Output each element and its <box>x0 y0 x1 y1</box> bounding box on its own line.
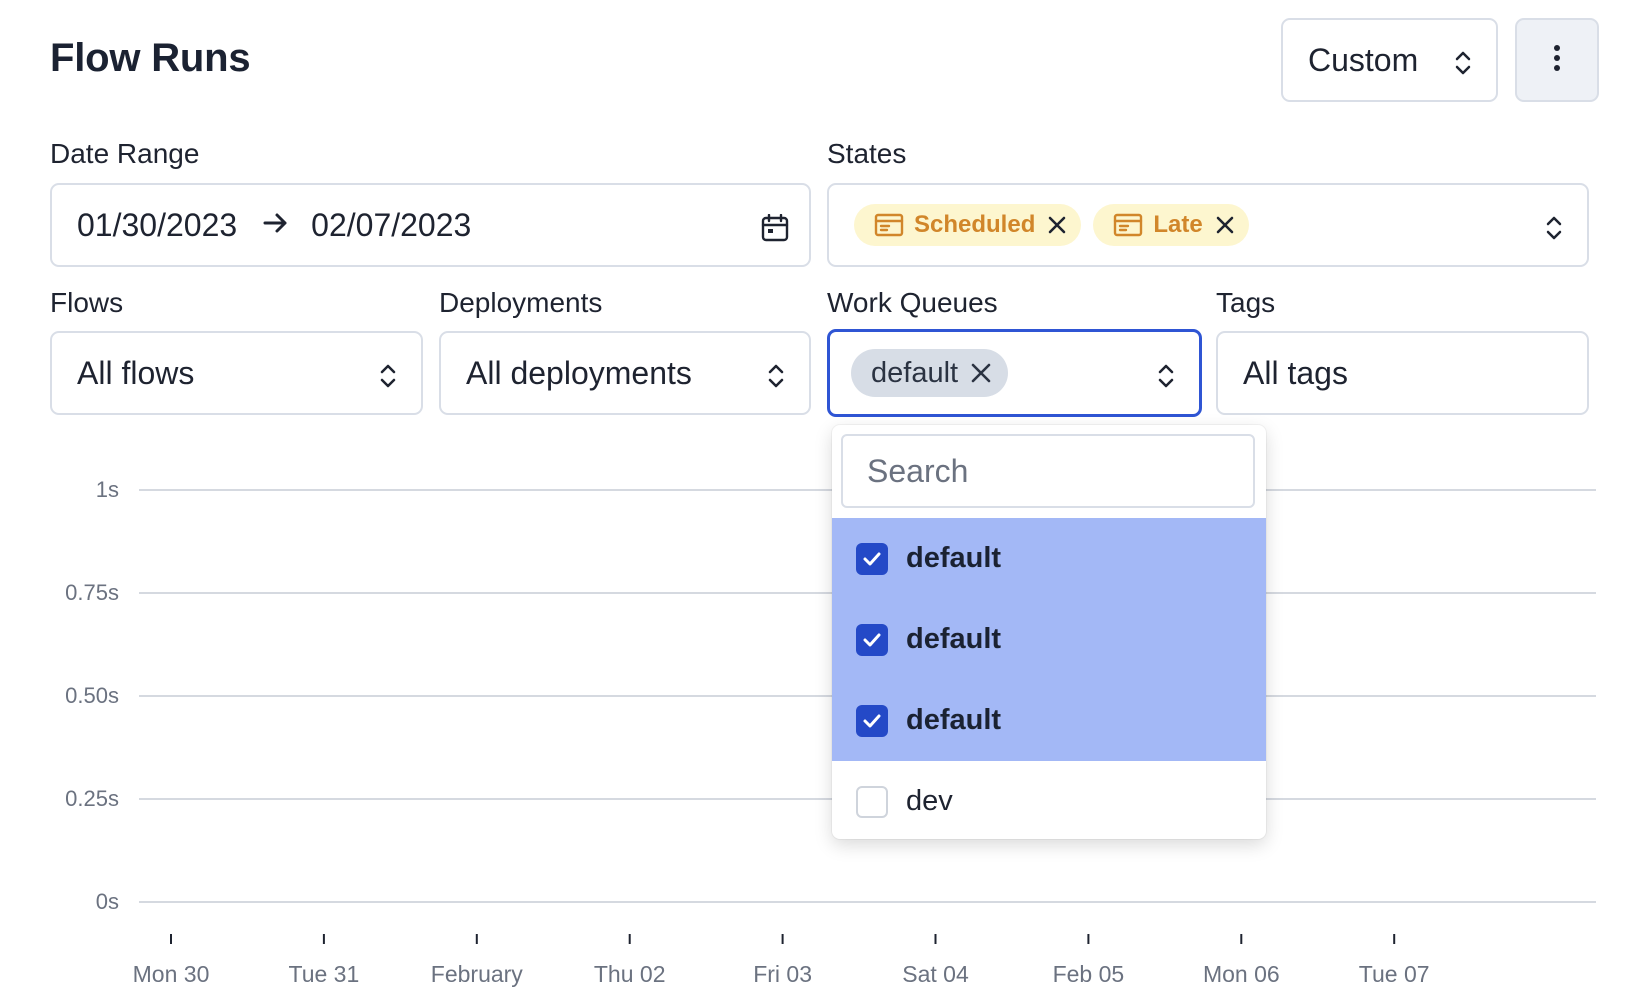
state-tag-late: Late <box>1093 204 1249 246</box>
check-icon <box>863 552 881 565</box>
dropdown-option[interactable]: default <box>832 599 1266 680</box>
dropdown-option-label: dev <box>906 785 953 817</box>
states-label: States <box>827 138 907 169</box>
state-tag-label: Late <box>1153 211 1203 238</box>
flows-value: All flows <box>77 354 195 391</box>
deployments-label: Deployments <box>439 287 603 318</box>
calendar-icon[interactable] <box>761 213 789 250</box>
tags-input[interactable]: All tags <box>1216 331 1589 415</box>
search-input[interactable] <box>841 434 1255 508</box>
checkbox[interactable] <box>856 704 888 737</box>
more-options-button[interactable] <box>1515 18 1599 102</box>
work-queues-select[interactable]: default <box>827 329 1202 417</box>
state-tag-label: Scheduled <box>914 211 1036 238</box>
chevron-up-down-icon <box>765 361 787 398</box>
y-tick-label: 0.25s <box>65 786 119 811</box>
work-queue-tag: default <box>851 349 1009 397</box>
checkbox[interactable] <box>856 623 888 656</box>
close-icon[interactable] <box>970 362 992 384</box>
x-tick-label: Tue 07 <box>1358 961 1430 987</box>
y-tick-label: 0s <box>95 889 119 914</box>
date-range-label: Date Range <box>50 138 200 169</box>
page-title: Flow Runs <box>50 36 251 80</box>
dropdown-option-label: default <box>906 623 1002 655</box>
dropdown-option-label: default <box>906 542 1002 574</box>
checkbox[interactable] <box>856 785 888 818</box>
x-tick-label: Mon 06 <box>1202 961 1280 987</box>
x-tick-label: Thu 02 <box>593 961 666 987</box>
x-tick-label: Sat 04 <box>902 961 969 987</box>
flows-select[interactable]: All flows <box>50 331 423 415</box>
check-icon <box>863 633 881 646</box>
flows-label: Flows <box>50 287 124 318</box>
chevron-up-down-icon <box>1543 213 1565 250</box>
y-tick-label: 1s <box>95 477 119 502</box>
y-tick-label: 0.75s <box>65 580 119 605</box>
close-icon[interactable] <box>1215 215 1235 235</box>
tags-label: Tags <box>1216 287 1276 318</box>
state-tag-scheduled: Scheduled <box>854 204 1082 246</box>
work-queues-label: Work Queues <box>827 287 998 318</box>
close-icon[interactable] <box>1047 215 1067 235</box>
check-icon <box>863 714 881 727</box>
custom-range-label: Custom <box>1308 41 1419 78</box>
chevron-up-down-icon <box>377 361 399 398</box>
dropdown-option[interactable]: default <box>832 680 1266 761</box>
dropdown-option-label: default <box>906 704 1002 736</box>
deployments-value: All deployments <box>466 354 692 391</box>
checkbox[interactable] <box>856 542 888 575</box>
deployments-select[interactable]: All deployments <box>439 331 811 415</box>
kebab-menu-icon <box>1552 43 1562 78</box>
chevron-up-down-icon <box>1452 48 1474 85</box>
date-range-picker[interactable]: 01/30/2023 02/07/2023 <box>50 183 811 267</box>
x-tick-label: February <box>430 961 523 987</box>
calendar-clock-icon <box>1113 213 1143 237</box>
date-range-start: 01/30/2023 <box>77 206 238 243</box>
custom-range-select[interactable]: Custom <box>1281 18 1498 102</box>
chart-svg <box>139 489 1596 944</box>
x-tick-label: Feb 05 <box>1052 961 1125 987</box>
work-queues-dropdown: default default default dev <box>832 425 1266 839</box>
x-tick-label: Tue 31 <box>288 961 360 987</box>
states-select[interactable]: Scheduled Late <box>827 183 1589 267</box>
work-queue-tag-label: default <box>871 356 959 389</box>
y-tick-label: 0.50s <box>65 683 119 708</box>
calendar-clock-icon <box>874 213 904 237</box>
chevron-up-down-icon <box>1155 361 1177 398</box>
x-tick-label: Fri 03 <box>753 961 812 987</box>
arrow-right-icon <box>263 208 289 242</box>
dropdown-option[interactable]: default <box>832 518 1266 599</box>
date-range-end: 02/07/2023 <box>311 206 472 243</box>
x-tick-label: Mon 30 <box>132 961 210 987</box>
tags-value: All tags <box>1243 354 1348 391</box>
dropdown-option[interactable]: dev <box>832 761 1266 839</box>
